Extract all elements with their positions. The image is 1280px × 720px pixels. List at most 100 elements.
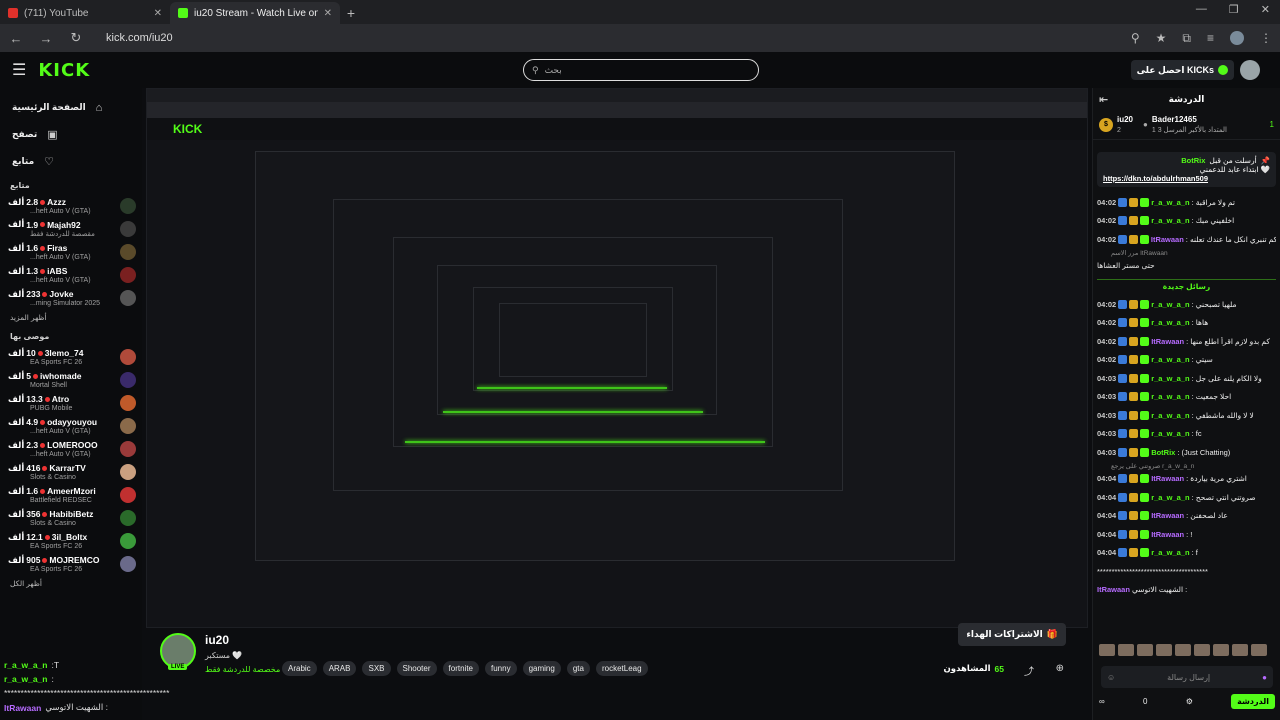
chat-message[interactable]: 04:02 r_a_w_a_n: تم ولا مراقبة: [1097, 193, 1276, 212]
profile-avatar[interactable]: [1230, 31, 1244, 45]
sidebar-channel-item[interactable]: ألف 356 HabibiBetz Slots & Casino: [0, 506, 142, 529]
pin-icon[interactable]: 📌: [1261, 156, 1270, 165]
message-username[interactable]: r_a_w_a_n: [1151, 300, 1189, 309]
chat-message[interactable]: 04:04 ItRawaan: !: [1097, 525, 1276, 544]
sidebar-channel-item[interactable]: ألف 12.1 3il_Boltx EA Sports FC 26: [0, 529, 142, 552]
close-tab-icon[interactable]: ✕: [324, 8, 332, 19]
kick-logo[interactable]: KICK: [38, 60, 90, 81]
show-more-button[interactable]: أظهر المزيد: [0, 309, 142, 326]
sidebar-channel-item[interactable]: ألف 905 MOJREMCO EA Sports FC 26: [0, 552, 142, 575]
zoom-icon[interactable]: ⚲: [1131, 31, 1140, 45]
message-username[interactable]: ItRawaan: [1151, 530, 1184, 539]
emoji-icon[interactable]: ☺: [1107, 673, 1115, 682]
chat-message[interactable]: 04:03 r_a_w_a_n: احلا جمعيت: [1097, 388, 1276, 407]
stream-tag[interactable]: gaming: [522, 661, 561, 676]
chat-message[interactable]: 04:03 r_a_w_a_n: fc: [1097, 425, 1276, 444]
sidebar-channel-item[interactable]: ألف 4.9 odayyouyou ...heft Auto V (GTA): [0, 414, 142, 437]
collapse-chat-icon[interactable]: ⇤: [1099, 93, 1108, 106]
extensions-icon[interactable]: ⧉: [1182, 31, 1191, 46]
message-username[interactable]: ItRawaan: [1151, 474, 1184, 483]
sidebar-channel-item[interactable]: ألف 1.6 Firas ...heft Auto V (GTA): [0, 240, 142, 263]
forward-icon[interactable]: →: [38, 31, 54, 46]
message-username[interactable]: r_a_w_a_n: [1151, 318, 1189, 327]
sidebar-item-browse[interactable]: ▣ تصفح: [0, 121, 142, 148]
chat-message[interactable]: 04:03 BotRix: (Just Chatting): [1097, 443, 1276, 462]
pinned-message[interactable]: BotRix أرسلت من قبل 📌 ابتداء عابد للدعمن…: [1097, 152, 1276, 187]
message-username[interactable]: r_a_w_a_n: [1151, 429, 1189, 438]
message-username[interactable]: r_a_w_a_n: [1151, 216, 1189, 225]
emote[interactable]: [1175, 644, 1191, 656]
channel-name[interactable]: iu20: [205, 633, 229, 647]
message-username[interactable]: r_a_w_a_n: [1151, 411, 1189, 420]
video-player[interactable]: KICK: [146, 88, 1088, 628]
kicks-count-icon[interactable]: ∞: [1099, 697, 1105, 706]
message-username[interactable]: ItRawaan: [1151, 511, 1184, 520]
chat-message[interactable]: 04:03 r_a_w_a_n: لا لا والله ماشطفي: [1097, 406, 1276, 425]
chat-input[interactable]: ☺ إرسال رسالة ●: [1101, 666, 1273, 688]
tab-kick[interactable]: iu20 Stream - Watch Live on Kic ✕: [170, 2, 340, 24]
show-all-button[interactable]: أظهر الكل: [0, 575, 142, 592]
chat-send-button[interactable]: الدردشة: [1231, 694, 1275, 709]
share-icon[interactable]: ⤴: [1024, 663, 1034, 678]
chat-message[interactable]: 04:02 r_a_w_a_n: سيتي: [1097, 351, 1276, 370]
gift-subs-button[interactable]: الاشتراكات الهداء 🎁: [958, 623, 1066, 646]
sidebar-channel-item[interactable]: ألف 2.3 LOMEROOO ...heft Auto V (GTA): [0, 437, 142, 460]
sidebar-channel-item[interactable]: ألف 1.3 iABS ...heft Auto V (GTA): [0, 263, 142, 286]
stream-tag[interactable]: fortnite: [442, 661, 479, 676]
emote[interactable]: [1099, 644, 1115, 656]
chat-message[interactable]: 04:04 r_a_w_a_n: f: [1097, 544, 1276, 563]
user-avatar[interactable]: [1240, 60, 1260, 80]
message-username[interactable]: r_a_w_a_n: [1151, 493, 1189, 502]
sidebar-channel-item[interactable]: ألف 1.9 Majah92 مقصصة للدردشة فقط: [0, 217, 142, 240]
chat-message[interactable]: 04:04 ItRawaan: عاد لصحفنن: [1097, 507, 1276, 526]
emote[interactable]: [1137, 644, 1153, 656]
emote[interactable]: [1156, 644, 1172, 656]
settings-icon[interactable]: ⚙: [1186, 697, 1193, 706]
bookmark-star-icon[interactable]: ★: [1156, 31, 1167, 45]
message-username[interactable]: r_a_w_a_n: [1151, 355, 1189, 364]
chat-message[interactable]: 04:02 r_a_w_a_n: ملهيا تصبحني: [1097, 295, 1276, 314]
sidebar-channel-item[interactable]: ألف 416 KarrarTV Slots & Casino: [0, 460, 142, 483]
chat-message[interactable]: 04:02 r_a_w_a_n: هاها: [1097, 314, 1276, 333]
emote[interactable]: [1118, 644, 1134, 656]
tab-youtube[interactable]: (711) YouTube ✕: [0, 2, 170, 24]
emote[interactable]: [1232, 644, 1248, 656]
message-username[interactable]: r_a_w_a_n: [1151, 548, 1189, 557]
emote[interactable]: [1194, 644, 1210, 656]
message-username[interactable]: ItRawaan: [1097, 585, 1130, 594]
get-kicks-button[interactable]: احصل على KICKs: [1130, 60, 1234, 80]
sidebar-item-home[interactable]: ⌂ الصفحة الرئيسية: [0, 94, 142, 121]
message-username[interactable]: ItRawaan: [1151, 337, 1184, 346]
stream-tag[interactable]: gta: [566, 661, 590, 676]
message-username[interactable]: ItRawaan: [1151, 235, 1184, 244]
stream-tag[interactable]: SXB: [362, 661, 391, 676]
sidebar-channel-item[interactable]: ألف 233 Jovke ...ming Simulator 2025: [0, 286, 142, 309]
sidebar-channel-item[interactable]: ألف 10 3lemo_74 EA Sports FC 26: [0, 345, 142, 368]
stream-tag[interactable]: funny: [485, 661, 517, 676]
chat-message[interactable]: 04:04 ItRawaan: اشتري مرية بياردة: [1097, 470, 1276, 489]
reload-icon[interactable]: ↻: [68, 30, 84, 46]
sidebar-channel-item[interactable]: ألف 5 iwhomade Mortal Shell: [0, 368, 142, 391]
menu-kebab-icon[interactable]: ⋮: [1260, 31, 1272, 45]
chat-message[interactable]: 04:02 ItRawaan: كم بدو لازم اقرأ اطلع منه…: [1097, 332, 1276, 351]
emote[interactable]: [1251, 644, 1267, 656]
pinned-link[interactable]: https://dkn.to/abdulrhman509: [1103, 174, 1270, 183]
add-user-icon[interactable]: ⊕: [1056, 663, 1064, 674]
message-username[interactable]: r_a_w_a_n: [1151, 198, 1189, 207]
stream-tag[interactable]: Shooter: [396, 661, 437, 676]
minimize-icon[interactable]: —: [1196, 3, 1207, 16]
back-icon[interactable]: ←: [8, 31, 24, 46]
sidebar-channel-item[interactable]: ألف 1.6 AmeerMzori Battlefield REDSEC: [0, 483, 142, 506]
message-username[interactable]: BotRix: [1151, 448, 1175, 457]
sidebar-channel-item[interactable]: ألف 13.3 Atro PUBG Mobile: [0, 391, 142, 414]
sidebar-channel-item[interactable]: ألف 2.8 Azzz ...heft Auto V (GTA): [0, 194, 142, 217]
chat-message[interactable]: 04:04 r_a_w_a_n: صروتني انتي تصحح: [1097, 488, 1276, 507]
chat-message[interactable]: ItRawaan الشهيت الاتوسي :: [1097, 581, 1276, 600]
chat-message[interactable]: 04:02 r_a_w_a_n: اخلفيني مبك: [1097, 212, 1276, 231]
stream-tag[interactable]: rocketLeag: [595, 661, 648, 676]
message-username[interactable]: r_a_w_a_n: [1151, 392, 1189, 401]
emote[interactable]: [1213, 644, 1229, 656]
hamburger-menu-icon[interactable]: ☰: [12, 60, 26, 80]
close-tab-icon[interactable]: ✕: [154, 8, 162, 19]
chat-message[interactable]: 04:03 r_a_w_a_n: ولا الكام يلنه على جل: [1097, 369, 1276, 388]
